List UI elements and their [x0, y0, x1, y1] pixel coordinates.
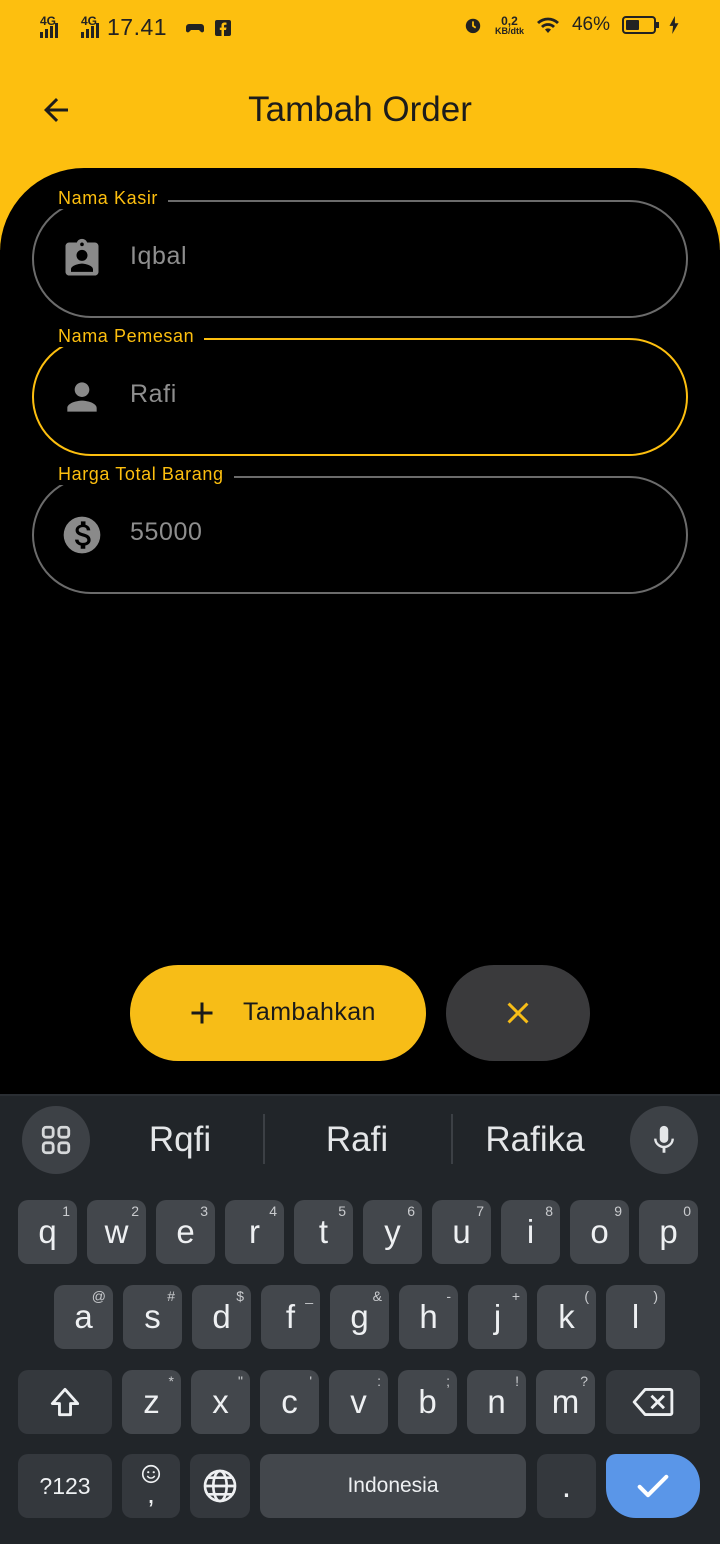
badge-icon [65, 238, 99, 276]
key-g[interactable]: g & [330, 1285, 389, 1349]
network-speed: 0,2 KB/dtk [494, 13, 524, 36]
alarm-icon [465, 18, 481, 34]
key-n[interactable]: n! [467, 1370, 526, 1434]
grid-icon [41, 1125, 71, 1155]
field-label: Nama Pemesan [50, 326, 205, 347]
page-title: Tambah Order [248, 90, 472, 129]
key-w[interactable]: w2 [87, 1200, 146, 1264]
key-a[interactable]: a @ [54, 1285, 113, 1349]
microphone-icon [654, 1125, 674, 1153]
key-f[interactable]: f _ [261, 1285, 320, 1349]
key-s[interactable]: s # [123, 1285, 182, 1349]
key-h[interactable]: h- [399, 1285, 458, 1349]
dollar-icon [63, 516, 101, 554]
battery-icon [622, 16, 659, 34]
key-u[interactable]: u7 [432, 1200, 491, 1264]
key-q[interactable]: q1 [18, 1200, 77, 1264]
suggestion-divider [263, 1114, 265, 1164]
key-v[interactable]: v: [329, 1370, 388, 1434]
total-price-field[interactable]: Harga Total Barang 55000 [32, 464, 688, 594]
suggestion-3[interactable]: Rafika [450, 1120, 620, 1160]
voice-input-button[interactable] [630, 1106, 698, 1174]
key-d[interactable]: d $ [192, 1285, 251, 1349]
customer-name-field[interactable]: Nama Pemesan Rafi [32, 326, 688, 456]
backspace-key[interactable] [606, 1370, 700, 1434]
soft-keyboard: Rqfi Rafi Rafika q1w2e3r4t5y6u7i8o9p0 a @… [0, 1094, 720, 1544]
battery-percent: 46% [571, 14, 610, 35]
enter-key[interactable] [606, 1454, 700, 1518]
key-k[interactable]: k( [537, 1285, 596, 1349]
game-controller-icon [186, 23, 205, 32]
key-j[interactable]: j + [468, 1285, 527, 1349]
check-icon [637, 1474, 669, 1498]
emoji-comma-key[interactable]: , [122, 1454, 180, 1518]
key-t[interactable]: t5 [294, 1200, 353, 1264]
space-key[interactable]: Indonesia [260, 1454, 526, 1518]
suggestion-1[interactable]: Rqfi [95, 1120, 265, 1160]
key-i[interactable]: i8 [501, 1200, 560, 1264]
key-o[interactable]: o9 [570, 1200, 629, 1264]
shift-icon [50, 1387, 80, 1417]
globe-icon [203, 1469, 237, 1503]
key-r[interactable]: r4 [225, 1200, 284, 1264]
symbols-key[interactable]: ?123 [18, 1454, 112, 1518]
key-p[interactable]: p0 [639, 1200, 698, 1264]
facebook-icon [215, 19, 232, 36]
add-order-button[interactable]: Tambahkan [130, 965, 426, 1061]
charging-icon [669, 16, 679, 34]
clock: 17.41 [107, 14, 168, 40]
key-m[interactable]: m? [536, 1370, 595, 1434]
key-z[interactable]: z * [122, 1370, 181, 1434]
signal-2-icon: 4G [81, 14, 99, 38]
field-value: Rafi [130, 380, 177, 408]
status-bar: 4G 4G 17.41 0,2 KB/dtk 46% [0, 0, 720, 56]
plus-icon [191, 1002, 213, 1024]
field-value: 55000 [130, 518, 203, 546]
suggestion-2[interactable]: Rafi [272, 1120, 442, 1160]
field-label: Nama Kasir [50, 188, 169, 209]
period-key[interactable]: . [537, 1454, 596, 1518]
suggestion-bar: Rqfi Rafi Rafika [0, 1096, 720, 1188]
add-order-label: Tambahkan [243, 998, 376, 1026]
shift-key[interactable] [18, 1370, 112, 1434]
key-e[interactable]: e3 [156, 1200, 215, 1264]
key-y[interactable]: y6 [363, 1200, 422, 1264]
app-bar: Tambah Order [0, 56, 720, 168]
key-b[interactable]: b; [398, 1370, 457, 1434]
person-icon [67, 382, 97, 412]
cancel-button[interactable] [446, 965, 590, 1061]
language-key[interactable] [190, 1454, 250, 1518]
key-c[interactable]: c ' [260, 1370, 319, 1434]
key-x[interactable]: x " [191, 1370, 250, 1434]
close-icon [507, 1002, 529, 1024]
key-l[interactable]: l) [606, 1285, 665, 1349]
field-value: Iqbal [130, 242, 188, 270]
wifi-icon [536, 17, 559, 33]
signal-1-icon: 4G [40, 14, 63, 38]
backspace-icon [632, 1388, 674, 1416]
apps-grid-button[interactable] [22, 1106, 90, 1174]
field-label: Harga Total Barang [50, 464, 234, 485]
cashier-name-field[interactable]: Nama Kasir Iqbal [32, 188, 688, 318]
